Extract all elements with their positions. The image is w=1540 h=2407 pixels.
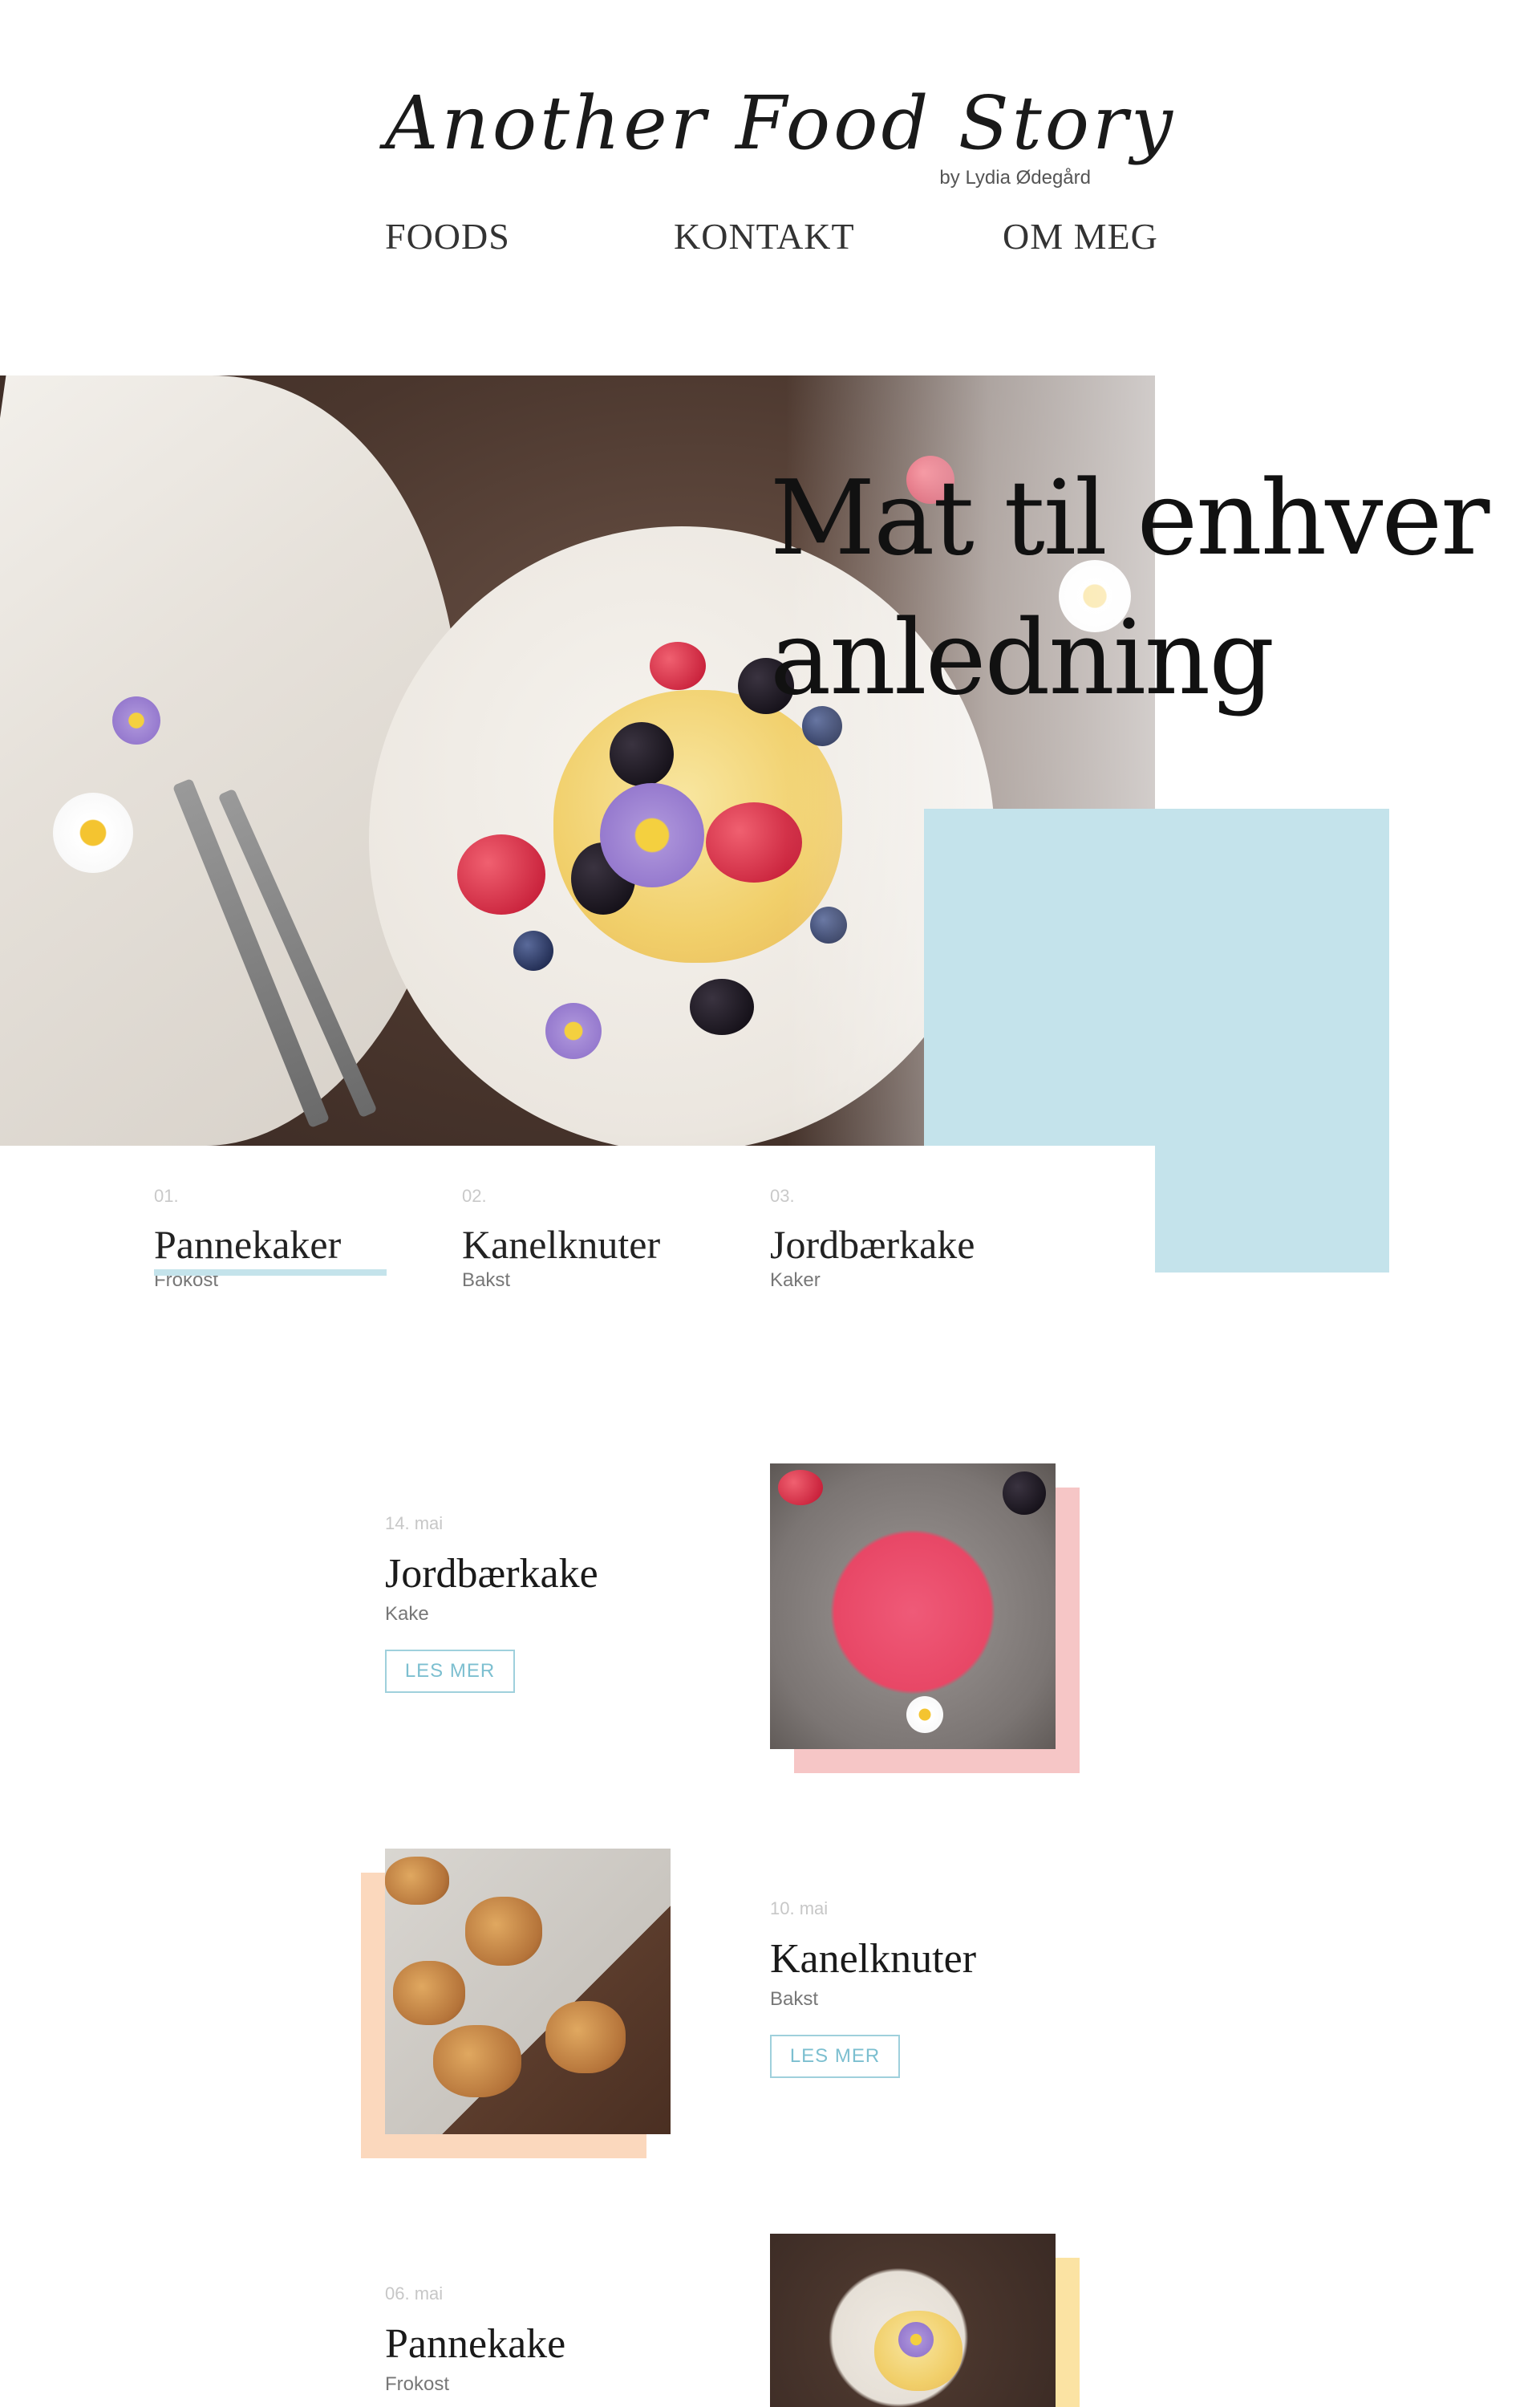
post-category: Kake: [385, 1603, 429, 1625]
bun: [385, 1857, 449, 1905]
post-title[interactable]: Jordbærkake: [385, 1550, 598, 1597]
post-title[interactable]: Pannekake: [385, 2320, 565, 2368]
bun: [433, 2025, 521, 2097]
hero-violet: [545, 1003, 602, 1059]
bun: [393, 1961, 465, 2025]
bun: [465, 1897, 542, 1966]
featured-category: Bakst: [462, 1269, 511, 1291]
featured-name: Kanelknuter: [462, 1222, 661, 1267]
featured-item-kanelknuter[interactable]: 02. Kanelknuter Bakst: [462, 1186, 719, 1292]
featured-number: 02.: [462, 1186, 487, 1206]
hero-raspberry: [650, 642, 706, 690]
hero-pansy: [600, 783, 704, 887]
cake-blackberry: [1003, 1471, 1046, 1515]
featured-item-jordbaerkake[interactable]: 03. Jordbærkake Kaker: [770, 1186, 1027, 1292]
hero-title: Mat til enhver anledning: [770, 449, 1508, 729]
post-date: 10. mai: [770, 1898, 829, 1918]
post-date: 14. mai: [385, 1513, 444, 1533]
cake-daisy: [906, 1696, 943, 1733]
featured-name: Pannekaker: [154, 1222, 342, 1267]
post-image-cake[interactable]: [770, 1463, 1056, 1749]
post-image-pancake[interactable]: [770, 2234, 1056, 2407]
cake-strawberry: [778, 1470, 823, 1505]
featured-category: Kaker: [770, 1269, 821, 1291]
hero-title-line2: anledning: [770, 599, 1275, 718]
featured-number: 01.: [154, 1186, 179, 1206]
nav-om-meg[interactable]: OM MEG: [1003, 215, 1158, 258]
post-category: Frokost: [385, 2373, 450, 2395]
post-category: Bakst: [770, 1988, 819, 2010]
hero-blackberry: [690, 979, 754, 1035]
active-underline: [154, 1269, 387, 1276]
hero-blackberry: [610, 722, 674, 786]
hero-title-line1: Mat til enhver: [770, 459, 1489, 578]
hero-strawberry: [457, 834, 545, 915]
nav-foods[interactable]: FOODS: [385, 215, 510, 258]
post-date: 06. mai: [385, 2283, 444, 2303]
hero-daisy: [53, 793, 133, 873]
post-title[interactable]: Kanelknuter: [770, 1935, 976, 1983]
hero-violet: [112, 696, 160, 745]
post-image-buns[interactable]: [385, 1849, 671, 2134]
featured-item-pannekaker[interactable]: 01. Pannekaker Frokost: [154, 1186, 411, 1292]
logo-byline: by Lydia Ødegård: [939, 167, 1091, 189]
site-logo[interactable]: Another Food Story: [385, 80, 1173, 166]
nav-kontakt[interactable]: KONTAKT: [674, 215, 855, 258]
hero-blueberry: [513, 931, 553, 971]
mini-pansy: [898, 2322, 934, 2357]
read-more-button[interactable]: LES MER: [770, 2035, 900, 2078]
bun: [545, 2001, 626, 2073]
featured-number: 03.: [770, 1186, 795, 1206]
featured-name: Jordbærkake: [770, 1222, 975, 1267]
read-more-button[interactable]: LES MER: [385, 1650, 515, 1693]
